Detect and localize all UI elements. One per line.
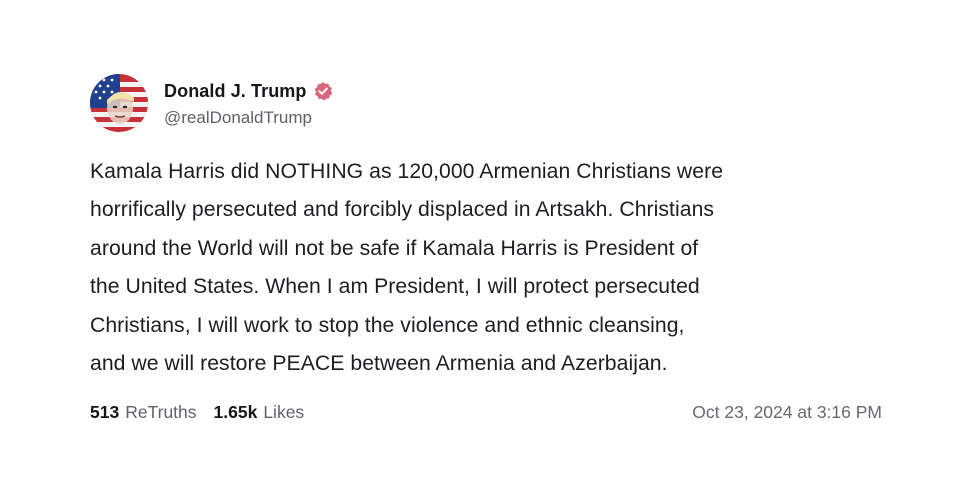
retruths-stat[interactable]: 513 ReTruths: [90, 402, 197, 423]
verified-badge-icon: [313, 81, 333, 101]
post-header: Donald J. Trump @realDonaldTrump: [90, 70, 890, 136]
likes-label: Likes: [263, 402, 305, 423]
post-card: Donald J. Trump @realDonaldTrump Kamala …: [90, 70, 890, 423]
likes-count: 1.65k: [213, 402, 258, 423]
avatar[interactable]: [90, 74, 148, 132]
author-handle[interactable]: @realDonaldTrump: [164, 108, 333, 128]
post-timestamp[interactable]: Oct 23, 2024 at 3:16 PM: [692, 402, 882, 423]
post-footer: 513 ReTruths 1.65k Likes Oct 23, 2024 at…: [90, 402, 882, 423]
retruths-label: ReTruths: [125, 402, 197, 423]
likes-stat[interactable]: 1.65k Likes: [214, 402, 305, 423]
flag-portrait-avatar-icon: [90, 74, 148, 132]
name-row: Donald J. Trump: [164, 78, 333, 104]
post-body-text: Kamala Harris did NOTHING as 120,000 Arm…: [90, 160, 724, 376]
retruths-count: 513: [90, 402, 120, 423]
author-display-name[interactable]: Donald J. Trump: [164, 81, 307, 102]
author-identity: Donald J. Trump @realDonaldTrump: [164, 78, 333, 128]
